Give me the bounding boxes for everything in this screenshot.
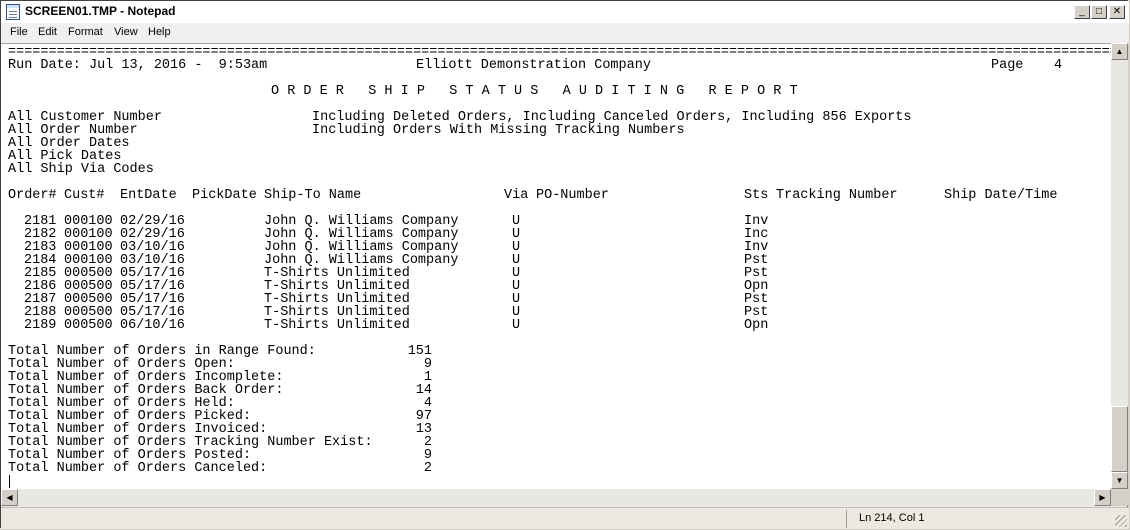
- col-header-order: Order#: [8, 188, 57, 203]
- menu-view[interactable]: View: [114, 26, 138, 38]
- title-bar: SCREEN01.TMP - Notepad _ □ ✕: [1, 1, 1129, 24]
- row-status: Opn: [744, 318, 769, 333]
- row-order-number: 2189: [24, 318, 57, 333]
- menu-edit[interactable]: Edit: [38, 26, 57, 38]
- menu-help[interactable]: Help: [148, 26, 171, 38]
- scroll-right-arrow-icon[interactable]: ▶: [1094, 489, 1111, 506]
- vertical-scroll-thumb[interactable]: [1111, 406, 1128, 472]
- cursor-position: Ln 214, Col 1: [859, 512, 925, 524]
- menu-bar: File Edit Format View Help: [1, 23, 1129, 43]
- text-cursor: [9, 475, 10, 488]
- col-header-shipdate: Ship Date/Time: [944, 188, 1058, 203]
- maximize-button[interactable]: □: [1091, 5, 1107, 19]
- page-label: Page: [991, 58, 1024, 73]
- total-value: 2: [423, 461, 432, 476]
- col-header-pickdate: PickDate: [192, 188, 257, 203]
- notepad-window: SCREEN01.TMP - Notepad _ □ ✕ File Edit F…: [0, 0, 1129, 529]
- status-divider: [846, 510, 847, 528]
- criteria-line: All Ship Via Codes: [8, 162, 154, 177]
- total-label: Total Number of Orders Canceled:: [8, 461, 268, 476]
- row-customer-number: 000500: [64, 318, 113, 333]
- page-number: 4: [1054, 58, 1063, 73]
- col-header-via: Via: [504, 188, 529, 203]
- report-title: O R D E R S H I P S T A T U S A U D I T …: [271, 84, 798, 99]
- vertical-scrollbar[interactable]: ▲ ▼: [1111, 43, 1128, 489]
- company-name: Elliott Demonstration Company: [416, 58, 651, 73]
- scroll-up-arrow-icon[interactable]: ▲: [1111, 43, 1128, 60]
- minimize-button[interactable]: _: [1074, 5, 1090, 19]
- col-header-tracking: Tracking Number: [776, 188, 898, 203]
- menu-format[interactable]: Format: [68, 26, 103, 38]
- status-bar: Ln 214, Col 1: [1, 507, 1129, 529]
- scroll-down-arrow-icon[interactable]: ▼: [1111, 472, 1128, 489]
- window-title: SCREEN01.TMP - Notepad: [25, 4, 176, 18]
- row-ship-to-name: T-Shirts Unlimited: [264, 318, 410, 333]
- col-header-po: PO-Number: [536, 188, 609, 203]
- text-editor[interactable]: ========================================…: [1, 43, 1111, 489]
- run-date: Run Date: Jul 13, 2016 - 9:53am: [8, 58, 268, 73]
- col-header-cust: Cust#: [64, 188, 105, 203]
- row-ship-via: U: [512, 318, 521, 333]
- notepad-icon: [6, 4, 20, 20]
- col-header-entdate: EntDate: [120, 188, 177, 203]
- menu-file[interactable]: File: [10, 26, 28, 38]
- resize-grip-icon[interactable]: [1115, 515, 1127, 527]
- horizontal-scrollbar[interactable]: ◀ ▶: [1, 489, 1111, 506]
- row-entry-date: 06/10/16: [120, 318, 185, 333]
- col-header-shipto: Ship-To Name: [264, 188, 362, 203]
- close-button[interactable]: ✕: [1109, 5, 1125, 19]
- col-header-sts: Sts: [744, 188, 769, 203]
- option-line: Including Orders With Missing Tracking N…: [312, 123, 685, 138]
- scrollbar-corner: [1111, 489, 1128, 506]
- scroll-left-arrow-icon[interactable]: ◀: [1, 489, 18, 506]
